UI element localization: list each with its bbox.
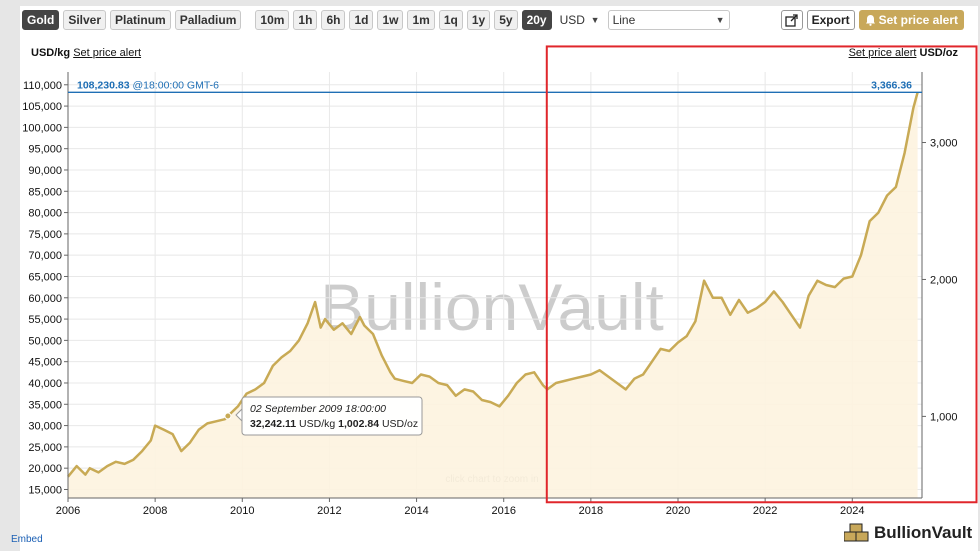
x-tick-label: 2010	[230, 505, 254, 517]
y-tick-label: 75,000	[28, 229, 62, 241]
y2-tick-label: 2,000	[930, 274, 958, 286]
y-tick-label: 25,000	[28, 442, 62, 454]
y-tick-label: 95,000	[28, 144, 62, 156]
bullionvault-logo: BullionVault	[844, 521, 972, 545]
y2-tick-label: 3,000	[930, 138, 958, 150]
logo-text: BullionVault	[874, 523, 973, 542]
y-tick-label: 70,000	[28, 250, 62, 262]
current-price-kg: 108,230.83 @18:00:00 GMT-6	[77, 79, 219, 91]
y-tick-label: 40,000	[28, 378, 62, 390]
x-tick-label: 2016	[491, 505, 515, 517]
tooltip-marker	[224, 412, 232, 420]
y-tick-label: 15,000	[28, 484, 62, 496]
embed-link[interactable]: Embed	[11, 534, 43, 545]
y-tick-label: 90,000	[28, 165, 62, 177]
x-tick-label: 2008	[143, 505, 167, 517]
y-tick-label: 105,000	[22, 101, 62, 113]
y-tick-label: 45,000	[28, 357, 62, 369]
x-tick-label: 2022	[753, 505, 777, 517]
tooltip-values: 32,242.11 USD/kg 1,002.84 USD/oz	[250, 418, 418, 430]
x-tick-label: 2018	[579, 505, 603, 517]
gold-price-chart[interactable]: BullionVaultclick chart to zoom in 15,00…	[0, 0, 980, 551]
logo-bars-icon	[844, 523, 869, 542]
x-tick-label: 2014	[404, 505, 428, 517]
y-tick-label: 60,000	[28, 293, 62, 305]
y-tick-label: 80,000	[28, 208, 62, 220]
x-tick-label: 2020	[666, 505, 690, 517]
y-tick-label: 110,000	[23, 80, 62, 92]
y-tick-label: 65,000	[28, 271, 62, 283]
x-tick-label: 2024	[840, 505, 864, 517]
y-tick-label: 55,000	[28, 314, 62, 326]
x-tick-label: 2012	[317, 505, 341, 517]
y-tick-label: 20,000	[28, 463, 62, 475]
y2-tick-label: 1,000	[930, 411, 958, 423]
y-tick-label: 35,000	[28, 399, 62, 411]
current-price-oz: 3,366.36	[871, 79, 912, 91]
tooltip-date: 02 September 2009 18:00:00	[250, 403, 386, 415]
y-tick-label: 85,000	[28, 186, 62, 198]
y-tick-label: 100,000	[22, 122, 62, 134]
y-tick-label: 30,000	[28, 421, 62, 433]
x-tick-label: 2006	[56, 505, 80, 517]
y-tick-label: 50,000	[28, 335, 62, 347]
